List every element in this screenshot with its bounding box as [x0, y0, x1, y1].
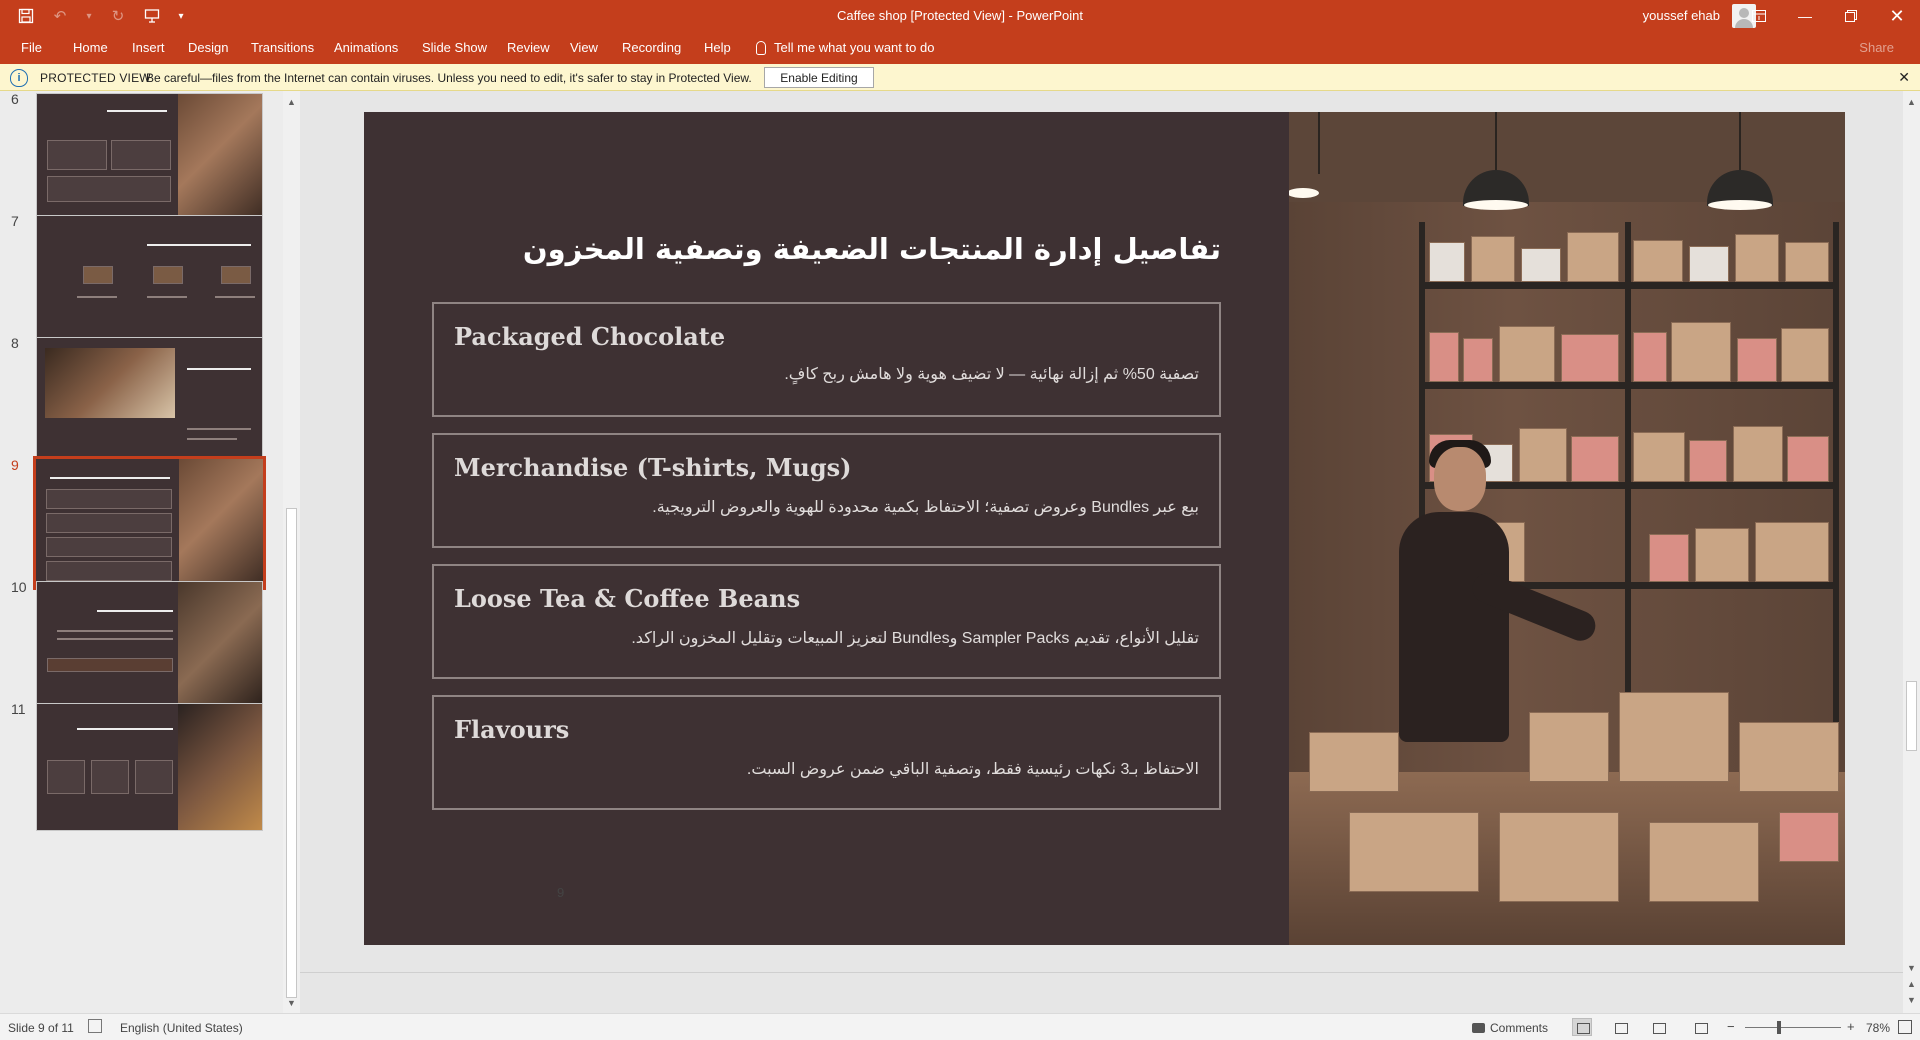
thumbnail-scrollbar[interactable]: ▲ ▼: [283, 91, 300, 1013]
slide-thumbnails-pane: 6 7 8 9 10 11 ▲ ▼: [0, 91, 300, 1013]
thumbnail-image: [36, 93, 263, 221]
previous-slide-icon[interactable]: ▲: [1903, 975, 1920, 992]
tab-file[interactable]: File: [21, 40, 42, 55]
card-packaged-chocolate[interactable]: Packaged Chocolate تصفية 50% ثم إزالة نه…: [432, 302, 1221, 417]
tell-me-label: Tell me what you want to do: [774, 40, 935, 55]
tab-transitions[interactable]: Transitions: [251, 40, 314, 55]
card-loose-tea-coffee[interactable]: Loose Tea & Coffee Beans تقليل الأنواع، …: [432, 564, 1221, 679]
slide-thumbnail-11[interactable]: 11: [0, 701, 283, 831]
slide-thumbnail-9[interactable]: 9: [0, 456, 283, 590]
comments-label: Comments: [1490, 1021, 1549, 1035]
close-icon[interactable]: ✕: [1898, 69, 1910, 86]
card-body: تصفية 50% ثم إزالة نهائية — لا تضيف هوية…: [784, 366, 1199, 383]
card-heading: Loose Tea & Coffee Beans: [454, 584, 801, 613]
stockroom-photo[interactable]: [1289, 112, 1845, 945]
tab-home[interactable]: Home: [73, 40, 108, 55]
editor-scrollbar[interactable]: ▲ ▼ ▲ ▼: [1903, 91, 1920, 1013]
card-flavours[interactable]: Flavours الاحتفاظ بـ3 نكهات رئيسية فقط، …: [432, 695, 1221, 810]
slide-thumbnail-6[interactable]: 6: [0, 91, 283, 221]
slide-number-label: 9: [557, 885, 565, 900]
card-body: الاحتفاظ بـ3 نكهات رئيسية فقط، وتصفية ال…: [746, 761, 1199, 778]
card-heading: Merchandise (T-shirts, Mugs): [454, 453, 852, 482]
tab-view[interactable]: View: [570, 40, 598, 55]
tell-me-search[interactable]: Tell me what you want to do: [756, 40, 934, 55]
shield-info-icon: i: [10, 69, 28, 87]
normal-view-icon[interactable]: [1572, 1018, 1592, 1036]
slide-number: 9: [11, 457, 19, 473]
card-body: تقليل الأنواع، تقديم Sampler Packs وBund…: [631, 630, 1199, 647]
slide-number: 10: [11, 579, 27, 595]
slide-number: 6: [11, 91, 19, 107]
zoom-out-icon[interactable]: −: [1727, 1019, 1735, 1034]
ribbon-tabs: File Home Insert Design Transitions Anim…: [0, 32, 1920, 64]
comments-button[interactable]: Comments: [1472, 1021, 1548, 1035]
slide-number: 7: [11, 213, 19, 229]
slide-thumbnail-8[interactable]: 8: [0, 335, 283, 465]
scroll-down-icon[interactable]: ▼: [283, 994, 300, 1011]
tab-animations[interactable]: Animations: [334, 40, 398, 55]
notes-divider[interactable]: [300, 972, 1903, 973]
comment-icon: [1472, 1023, 1485, 1033]
slide-canvas[interactable]: تفاصيل إدارة المنتجات الضعيفة وتصفية الم…: [364, 112, 1845, 945]
reading-view-icon[interactable]: [1648, 1018, 1668, 1036]
slide-thumbnail-10[interactable]: 10: [0, 579, 283, 709]
scrollbar-thumb[interactable]: [1906, 681, 1917, 751]
thumbnail-image: [33, 456, 266, 590]
slide-editor: تفاصيل إدارة المنتجات الضعيفة وتصفية الم…: [300, 91, 1920, 1013]
enable-editing-button[interactable]: Enable Editing: [764, 67, 874, 88]
window-title: Caffee shop [Protected View] - PowerPoin…: [837, 8, 1083, 23]
tab-recording[interactable]: Recording: [622, 40, 681, 55]
thumbnail-image: [36, 703, 263, 831]
tab-review[interactable]: Review: [507, 40, 550, 55]
next-slide-icon[interactable]: ▼: [1903, 991, 1920, 1008]
zoom-slider-thumb[interactable]: [1777, 1021, 1781, 1034]
slide-thumbnail-7[interactable]: 7: [0, 213, 283, 343]
zoom-slider[interactable]: [1745, 1027, 1841, 1028]
tab-design[interactable]: Design: [188, 40, 228, 55]
zoom-level[interactable]: 78%: [1866, 1021, 1890, 1035]
title-bar: ↶ ▾ ↻ ▾ Caffee shop [Protected View] - P…: [0, 0, 1920, 32]
card-heading: Packaged Chocolate: [454, 322, 726, 351]
zoom-in-icon[interactable]: +: [1847, 1019, 1855, 1034]
scroll-up-icon[interactable]: ▲: [1903, 93, 1920, 110]
status-bar: Slide 9 of 11 English (United States) Co…: [0, 1013, 1920, 1040]
slide-counter: Slide 9 of 11: [8, 1021, 74, 1035]
scroll-down-icon[interactable]: ▼: [1903, 959, 1920, 976]
protected-view-bar: i PROTECTED VIEW Be careful—files from t…: [0, 64, 1920, 91]
lightbulb-icon: [756, 40, 766, 55]
slide-title[interactable]: تفاصيل إدارة المنتجات الضعيفة وتصفية الم…: [454, 232, 1221, 266]
thumbnail-image: [36, 337, 263, 465]
slide-number: 11: [11, 701, 26, 717]
slide-number: 8: [11, 335, 19, 351]
protected-view-message: Be careful—files from the Internet can c…: [146, 71, 752, 85]
card-body: بيع عبر Bundles وعروض تصفية؛ الاحتفاظ بك…: [652, 499, 1199, 516]
thumbnail-image: [36, 215, 263, 343]
tab-help[interactable]: Help: [704, 40, 731, 55]
thumbnail-image: [36, 581, 263, 709]
slide-sorter-view-icon[interactable]: [1610, 1018, 1630, 1036]
user-name[interactable]: youssef ehab: [1643, 8, 1720, 23]
minimize-icon[interactable]: —: [1782, 0, 1828, 32]
tab-slide-show[interactable]: Slide Show: [422, 40, 487, 55]
card-heading: Flavours: [454, 715, 570, 744]
scroll-up-icon[interactable]: ▲: [283, 93, 300, 110]
spelling-check-icon[interactable]: [88, 1019, 102, 1033]
language-indicator[interactable]: English (United States): [120, 1021, 243, 1035]
ribbon-display-options-icon[interactable]: [1736, 0, 1782, 32]
card-merchandise[interactable]: Merchandise (T-shirts, Mugs) بيع عبر Bun…: [432, 433, 1221, 548]
restore-icon[interactable]: [1828, 0, 1874, 32]
fit-slide-icon[interactable]: [1898, 1020, 1912, 1034]
close-icon[interactable]: ✕: [1874, 0, 1920, 32]
share-button[interactable]: Share: [1859, 40, 1894, 55]
tab-insert[interactable]: Insert: [132, 40, 165, 55]
scrollbar-thumb[interactable]: [286, 508, 297, 998]
slide-show-view-icon[interactable]: [1690, 1018, 1710, 1036]
protected-view-label: PROTECTED VIEW: [40, 71, 151, 85]
